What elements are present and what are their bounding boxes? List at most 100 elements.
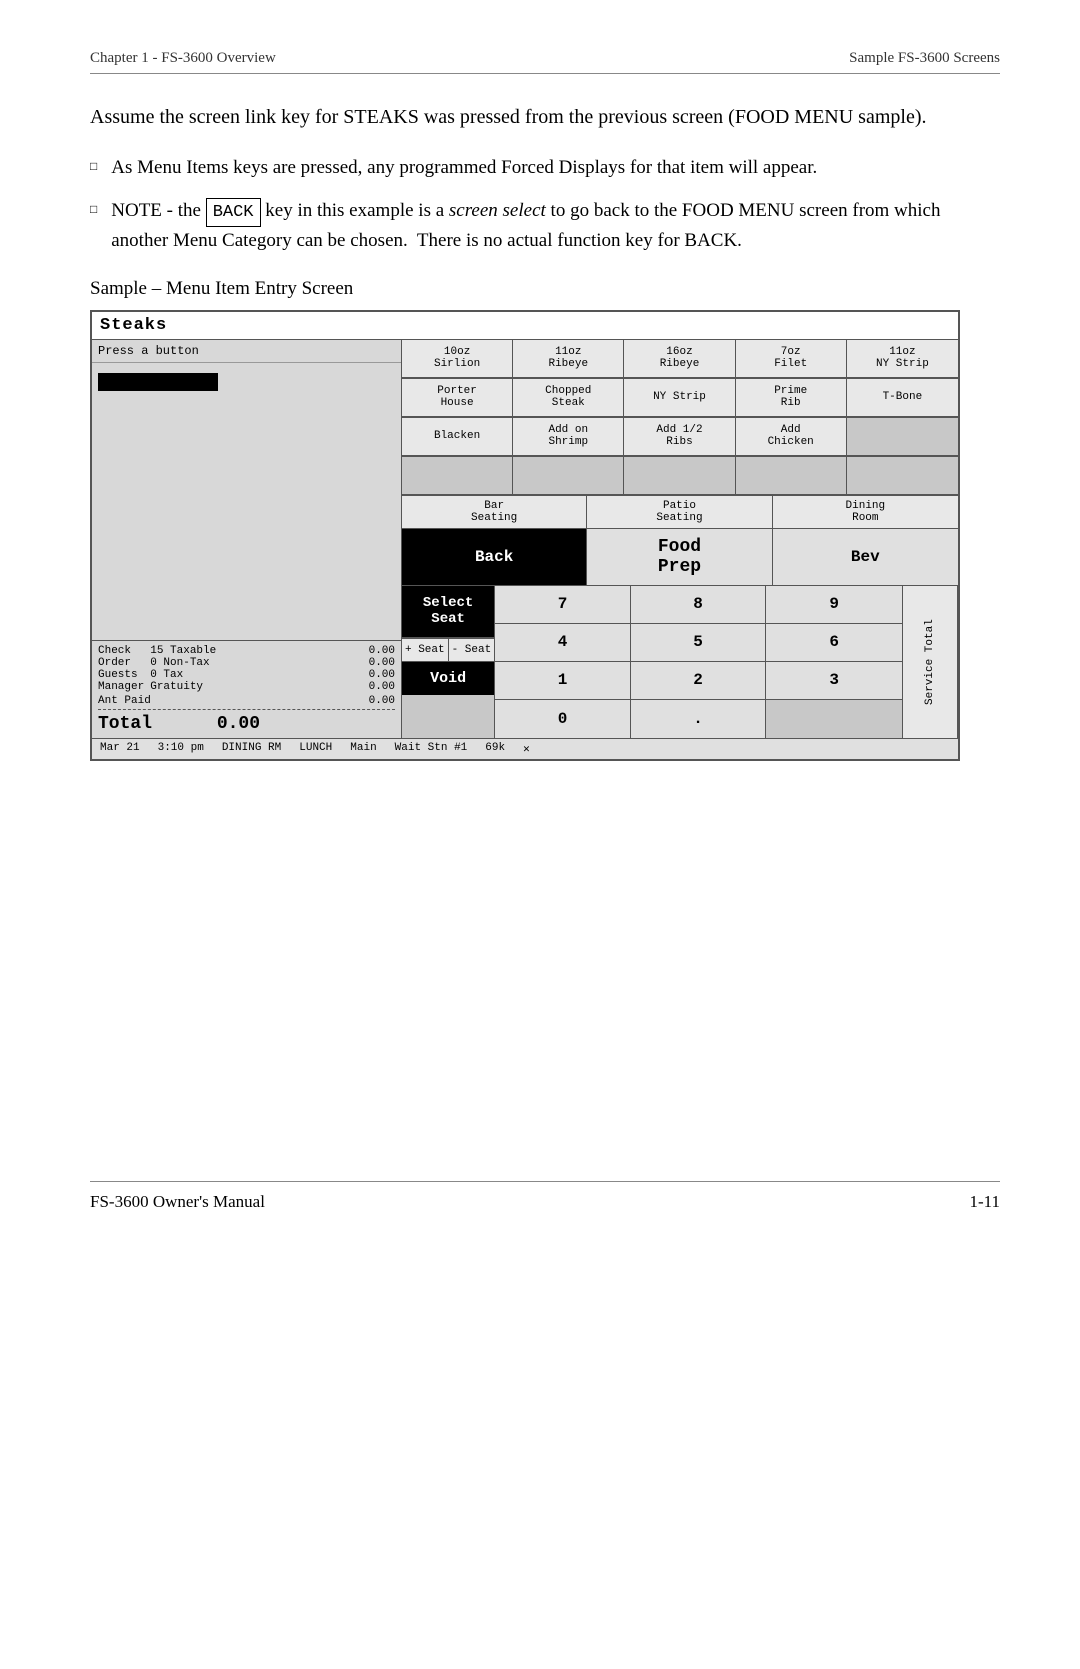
service-total-btn[interactable]: Service Total — [903, 586, 958, 738]
status-meal: LUNCH — [299, 742, 332, 756]
black-bar — [98, 373, 218, 391]
empty-cell-3 — [624, 457, 735, 495]
num-empty — [766, 700, 902, 738]
back-btn[interactable]: Back — [402, 529, 587, 585]
pos-right-panel: 10oz Sirlion 11oz Ribeye 16oz Ribeye 7oz… — [402, 340, 958, 738]
numpad-and-service: 7 8 9 4 5 6 1 2 3 0 . — [495, 586, 958, 738]
order-amt: 0.00 — [369, 657, 395, 669]
status-date: Mar 21 — [100, 742, 140, 756]
menu-11oz-ny-strip[interactable]: 11oz NY Strip — [847, 340, 958, 378]
menu-add-chicken[interactable]: Add Chicken — [736, 418, 847, 456]
dashed-divider — [98, 709, 395, 710]
order-label: Order — [98, 657, 144, 669]
food-prep-btn[interactable]: Food Prep — [587, 529, 772, 585]
pos-status-bar: Mar 21 3:10 pm DINING RM LUNCH Main Wait… — [92, 738, 958, 759]
pos-body: Press a button Check Order Guests Manage… — [92, 340, 958, 738]
bottom-spacer — [90, 761, 1000, 1141]
num-7[interactable]: 7 — [495, 586, 631, 624]
select-seat-btn[interactable]: Select Seat — [402, 586, 494, 638]
total-value: 0.00 — [217, 714, 260, 734]
guests-val: 0 Tax — [150, 669, 216, 681]
pos-title-bar: Steaks — [92, 312, 958, 340]
patio-seating-btn[interactable]: Patio Seating — [587, 496, 772, 528]
back-key: BACK — [206, 198, 261, 228]
bullet-item-1: □ As Menu Items keys are pressed, any pr… — [90, 154, 1000, 183]
menu-prime-rib[interactable]: Prime Rib — [736, 379, 847, 417]
totals-amts-col: 0.00 0.00 0.00 0.00 — [369, 645, 395, 693]
bullet-text-2: NOTE - the BACK key in this example is a… — [111, 197, 1000, 256]
num-dot[interactable]: . — [631, 700, 767, 738]
pos-screen: Steaks Press a button Check Order Guests… — [90, 310, 960, 761]
menu-blacken[interactable]: Blacken — [402, 418, 513, 456]
num-8[interactable]: 8 — [631, 586, 767, 624]
totals-labels-col: Check Order Guests Manager — [98, 645, 144, 693]
page-footer: FS-3600 Owner's Manual 1-11 — [90, 1181, 1000, 1212]
num-5[interactable]: 5 — [631, 624, 767, 662]
sample-label: Sample – Menu Item Entry Screen — [90, 278, 1000, 300]
order-val: 0 Non-Tax — [150, 657, 216, 669]
order-area — [92, 363, 401, 640]
check-val: 15 Taxable — [150, 645, 216, 657]
total-line: Total 0.00 — [98, 714, 395, 734]
bullet-icon-1: □ — [90, 157, 97, 175]
ant-paid-label: Ant Paid — [98, 695, 151, 707]
bullet-text-1: As Menu Items keys are pressed, any prog… — [111, 154, 817, 183]
menu-7oz-filet[interactable]: 7oz Filet — [736, 340, 847, 378]
menu-porter-house[interactable]: Porter House — [402, 379, 513, 417]
press-button-label: Press a button — [92, 340, 401, 363]
num-1[interactable]: 1 — [495, 662, 631, 700]
bullet-item-2: □ NOTE - the BACK key in this example is… — [90, 197, 1000, 256]
seating-row: Bar Seating Patio Seating Dining Room — [402, 496, 958, 529]
bullet-icon-2: □ — [90, 200, 97, 218]
menu-16oz-ribeye[interactable]: 16oz Ribeye — [624, 340, 735, 378]
footer-right: 1-11 — [969, 1192, 1000, 1212]
status-wait: Wait Stn #1 — [395, 742, 468, 756]
menu-add-shrimp[interactable]: Add on Shrimp — [513, 418, 624, 456]
select-seat-section: Select Seat + Seat - Seat Void — [402, 586, 495, 738]
pos-totals: Check Order Guests Manager 15 Taxable 0 … — [92, 640, 401, 738]
menu-add-half-ribs[interactable]: Add 1/2 Ribs — [624, 418, 735, 456]
dining-room-btn[interactable]: Dining Room — [773, 496, 958, 528]
menu-10oz-sirloin[interactable]: 10oz Sirlion — [402, 340, 513, 378]
totals-vals-col: 15 Taxable 0 Non-Tax 0 Tax Gratuity — [150, 645, 216, 693]
num-0[interactable]: 0 — [495, 700, 631, 738]
num-2[interactable]: 2 — [631, 662, 767, 700]
menu-ny-strip[interactable]: NY Strip — [624, 379, 735, 417]
pos-left-panel: Press a button Check Order Guests Manage… — [92, 340, 402, 738]
menu-row-2: Porter House Chopped Steak NY Strip Prim… — [402, 379, 958, 418]
footer-left: FS-3600 Owner's Manual — [90, 1192, 265, 1212]
menu-t-bone[interactable]: T-Bone — [847, 379, 958, 417]
check-amt: 0.00 — [369, 645, 395, 657]
menu-empty-1 — [847, 418, 958, 456]
gratuity-amt: 0.00 — [369, 681, 395, 693]
num-3[interactable]: 3 — [766, 662, 902, 700]
check-label: Check — [98, 645, 144, 657]
empty-cell-4 — [736, 457, 847, 495]
page-header: Chapter 1 - FS-3600 Overview Sample FS-3… — [90, 50, 1000, 74]
status-location: DINING RM — [222, 742, 281, 756]
menu-11oz-ribeye[interactable]: 11oz Ribeye — [513, 340, 624, 378]
num-4[interactable]: 4 — [495, 624, 631, 662]
guests-amt: 0.00 — [369, 669, 395, 681]
bev-btn[interactable]: Bev — [773, 529, 958, 585]
plus-seat-btn[interactable]: + Seat — [402, 638, 449, 661]
num-6[interactable]: 6 — [766, 624, 902, 662]
header-left: Chapter 1 - FS-3600 Overview — [90, 50, 276, 67]
bar-seating-btn[interactable]: Bar Seating — [402, 496, 587, 528]
bullet-list: □ As Menu Items keys are pressed, any pr… — [90, 154, 1000, 256]
menu-chopped-steak[interactable]: Chopped Steak — [513, 379, 624, 417]
plus-minus-row: + Seat - Seat — [402, 638, 494, 661]
minus-seat-btn[interactable]: - Seat — [449, 638, 495, 661]
empty-cell-5 — [847, 457, 958, 495]
num-grid: 7 8 9 4 5 6 1 2 3 0 . — [495, 586, 902, 738]
status-main: Main — [350, 742, 376, 756]
big-btn-row: Back Food Prep Bev — [402, 529, 958, 586]
empty-cell-2 — [513, 457, 624, 495]
void-btn[interactable]: Void — [402, 661, 494, 695]
empty-cell-1 — [402, 457, 513, 495]
num-9[interactable]: 9 — [766, 586, 902, 624]
numpad-area: Select Seat + Seat - Seat Void 7 8 9 — [402, 586, 958, 738]
status-close-icon[interactable]: ✕ — [523, 742, 530, 756]
menu-row-3: Blacken Add on Shrimp Add 1/2 Ribs Add C… — [402, 418, 958, 457]
intro-p1: Assume the screen link key for STEAKS wa… — [90, 106, 926, 128]
